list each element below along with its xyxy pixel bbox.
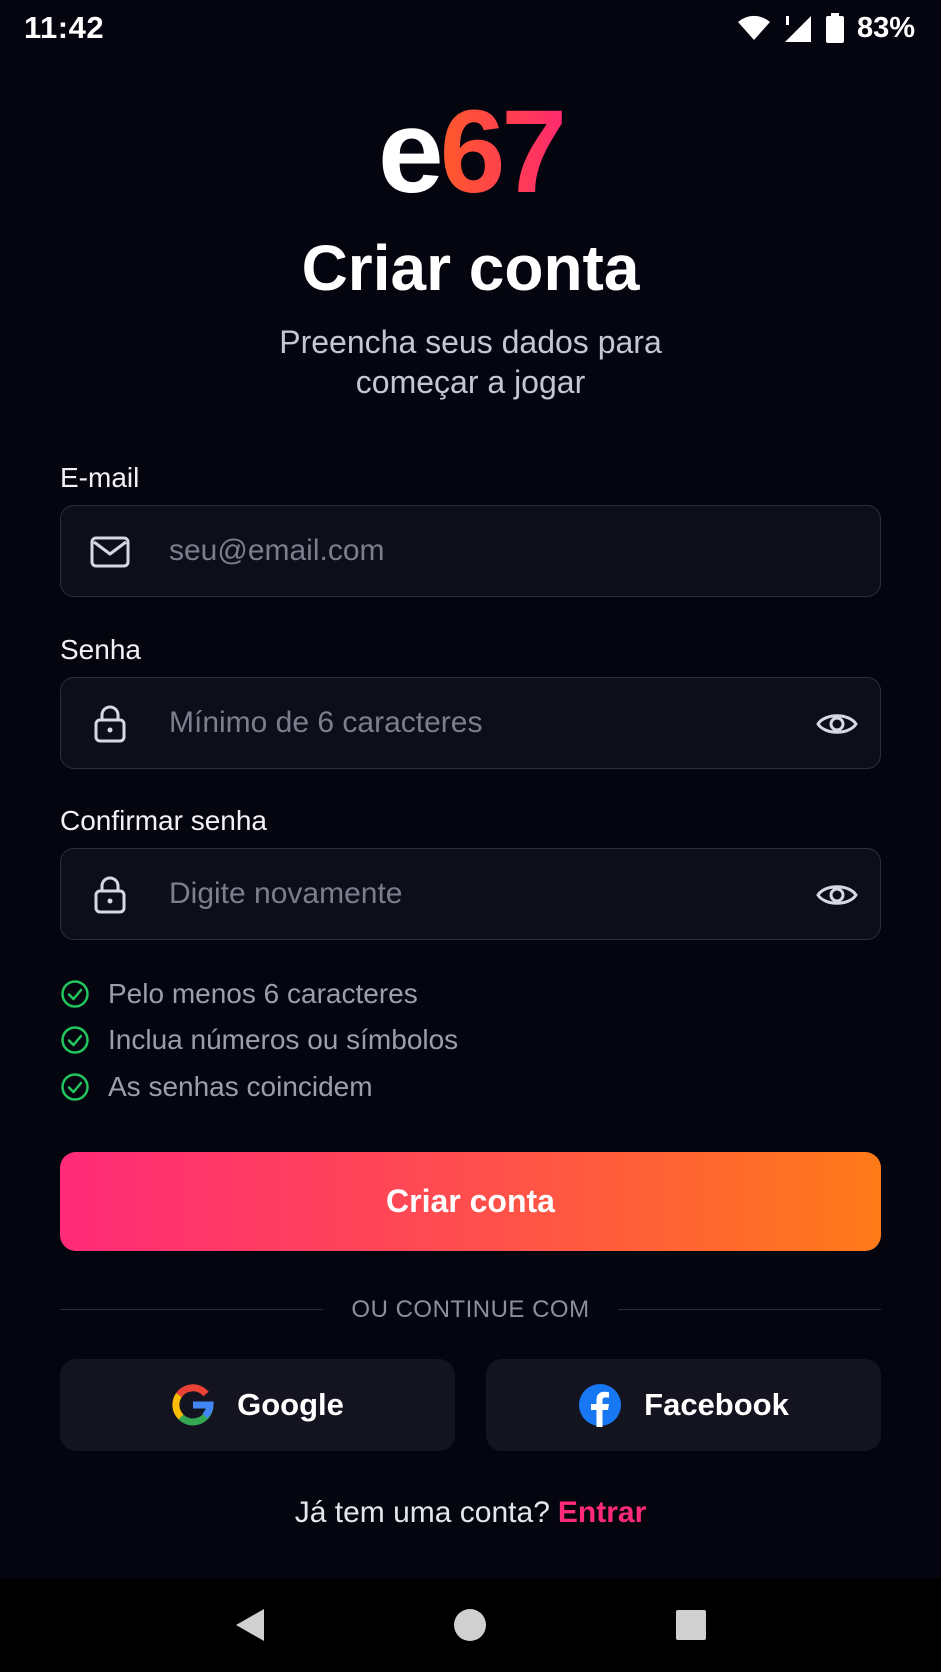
- signal-icon: [784, 16, 811, 42]
- requirement-text: Inclua números ou símbolos: [108, 1024, 459, 1055]
- logo-letter: e: [378, 86, 444, 218]
- brand-logo: e67: [0, 93, 941, 211]
- facebook-button[interactable]: Facebook: [486, 1359, 881, 1451]
- google-icon: [172, 1384, 214, 1426]
- login-prompt-row: Já tem uma conta? Entrar: [0, 1496, 941, 1530]
- check-circle-icon: [61, 980, 89, 1008]
- recents-button[interactable]: [663, 1597, 719, 1653]
- email-label: E-mail: [60, 462, 140, 493]
- requirement-text: As senhas coincidem: [108, 1071, 373, 1102]
- divider-line-right: [618, 1309, 881, 1310]
- create-account-button[interactable]: Criar conta: [60, 1152, 881, 1251]
- email-input[interactable]: [169, 506, 789, 596]
- divider-line-left: [60, 1309, 323, 1310]
- home-button[interactable]: [442, 1597, 498, 1653]
- confirm-password-label: Confirmar senha: [60, 805, 267, 836]
- back-triangle-icon: [236, 1609, 265, 1641]
- navigation-bar: [0, 1578, 941, 1672]
- back-button[interactable]: [222, 1597, 278, 1653]
- requirement-item: Inclua números ou símbolos: [60, 1024, 459, 1055]
- email-field[interactable]: [60, 505, 881, 597]
- lock-icon: [94, 876, 126, 914]
- battery-percent: 83%: [856, 11, 915, 44]
- requirement-item: As senhas coincidem: [60, 1071, 373, 1102]
- lock-icon: [94, 705, 126, 743]
- page-subtitle: Preencha seus dados para começar a jogar: [279, 324, 662, 400]
- logo-number: 67: [439, 86, 567, 218]
- password-field[interactable]: [60, 677, 881, 769]
- password-label: Senha: [60, 634, 141, 665]
- home-circle-icon: [454, 1609, 487, 1641]
- status-bar: 11:42 83%: [0, 0, 941, 56]
- divider-text: OU CONTINUE COM: [351, 1296, 590, 1323]
- requirement-item: Pelo menos 6 caracteres: [60, 978, 418, 1009]
- password-input[interactable]: [169, 678, 789, 768]
- login-link[interactable]: Entrar: [558, 1496, 646, 1529]
- requirement-text: Pelo menos 6 caracteres: [108, 978, 418, 1009]
- status-icons: 83%: [737, 12, 915, 45]
- page-title: Criar conta: [301, 232, 640, 304]
- google-label: Google: [237, 1387, 344, 1422]
- mail-icon: [90, 536, 130, 568]
- eye-icon[interactable]: [816, 876, 858, 914]
- check-circle-icon: [61, 1026, 89, 1054]
- recents-square-icon: [675, 1610, 706, 1640]
- login-prompt: Já tem uma conta?: [294, 1496, 550, 1529]
- confirm-password-field[interactable]: [60, 848, 881, 940]
- confirm-password-input[interactable]: [169, 849, 789, 939]
- facebook-label: Facebook: [644, 1387, 789, 1422]
- facebook-icon: [579, 1384, 622, 1427]
- eye-icon[interactable]: [816, 705, 858, 743]
- battery-icon: [825, 13, 844, 43]
- wifi-icon: [737, 15, 770, 41]
- google-button[interactable]: Google: [60, 1359, 455, 1451]
- status-time: 11:42: [24, 10, 105, 45]
- check-circle-icon: [61, 1073, 89, 1101]
